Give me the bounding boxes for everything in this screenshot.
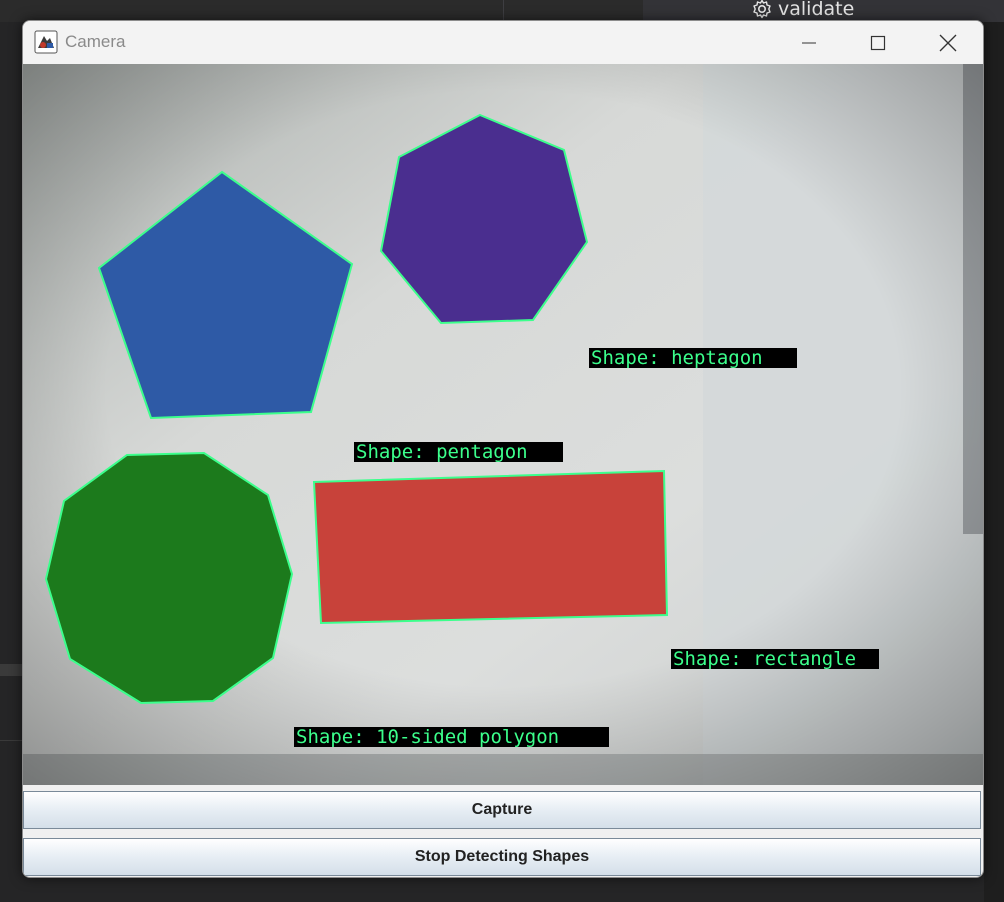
minimize-icon <box>802 42 816 43</box>
camera-feed-image: Shape: heptagon Shape: pentagon Shape: r… <box>23 64 983 785</box>
rectangle-shape <box>312 469 669 625</box>
maximize-icon <box>870 35 886 50</box>
capture-button[interactable]: Capture <box>23 791 981 829</box>
close-button[interactable] <box>925 21 971 64</box>
background-fragment <box>0 664 22 676</box>
label-heptagon: Shape: heptagon <box>591 347 763 369</box>
label-rectangle: Shape: rectangle <box>673 648 856 670</box>
title-bar[interactable]: Camera <box>23 21 983 64</box>
close-icon <box>939 34 957 51</box>
gear-icon <box>753 0 771 19</box>
camera-window: Camera Shape: heptagon Shape: pentagon S… <box>22 20 984 878</box>
camera-feed: Shape: heptagon Shape: pentagon Shape: r… <box>23 64 983 785</box>
background-fragment <box>984 22 1004 902</box>
background-separator <box>503 0 504 22</box>
background-fragment <box>0 740 22 741</box>
stop-detecting-shapes-button[interactable]: Stop Detecting Shapes <box>23 838 981 876</box>
background-validate-item[interactable]: validate <box>752 0 854 20</box>
maximize-button[interactable] <box>855 21 901 64</box>
label-pentagon: Shape: pentagon <box>356 441 528 463</box>
decagon-shape <box>44 451 294 705</box>
minimize-button[interactable] <box>786 21 832 64</box>
label-decagon: Shape: 10-sided polygon <box>296 726 559 748</box>
java-app-icon <box>34 30 58 54</box>
validate-label: validate <box>778 0 855 20</box>
window-title: Camera <box>65 32 126 51</box>
